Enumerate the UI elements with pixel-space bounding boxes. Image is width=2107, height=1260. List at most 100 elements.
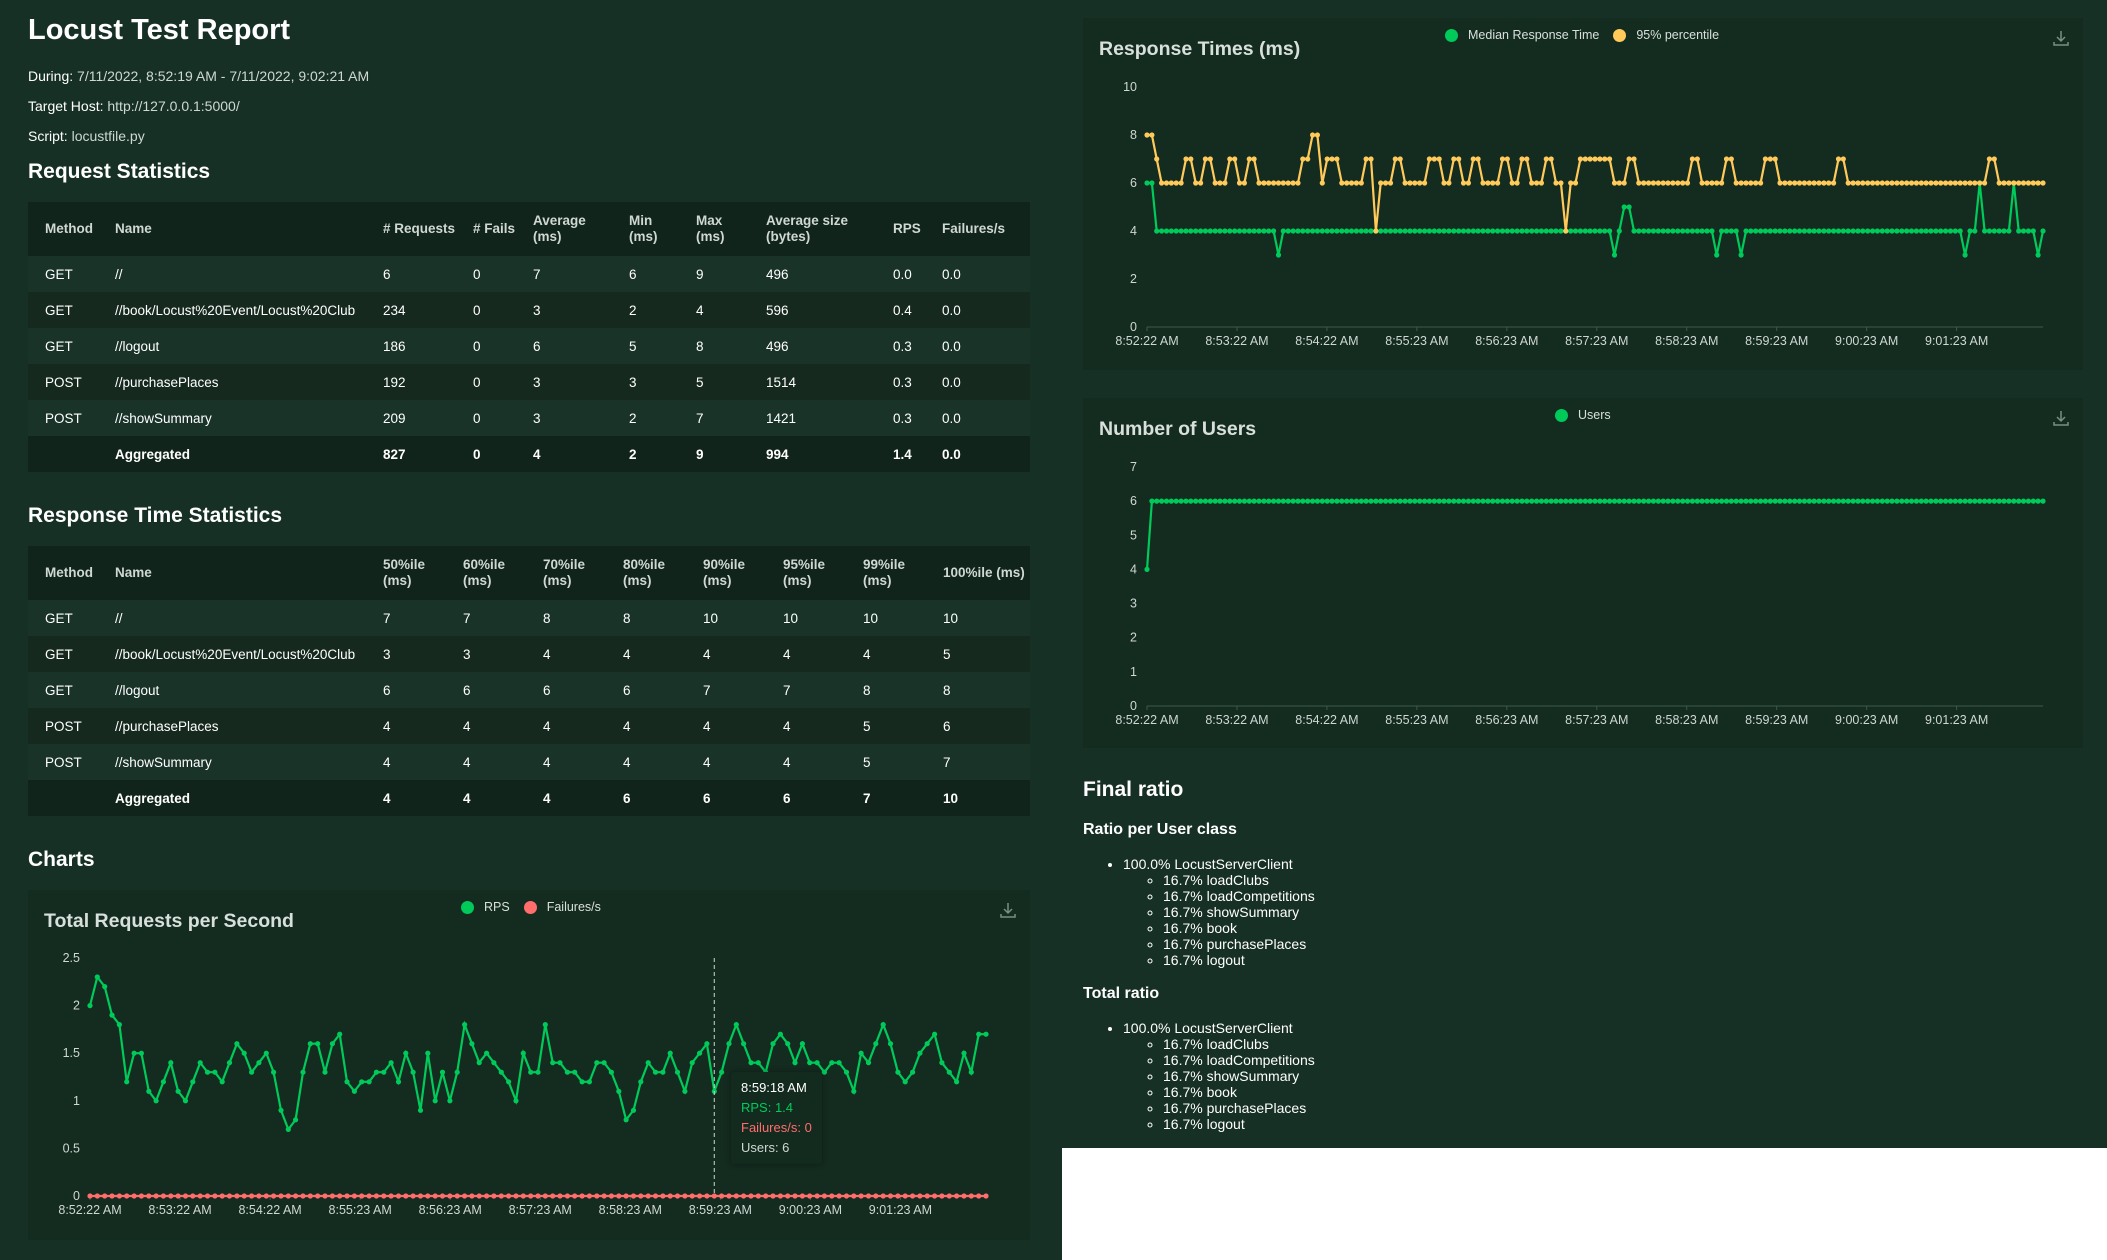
- data-point: [1163, 498, 1170, 504]
- data-point: [1358, 228, 1364, 234]
- data-point: [1758, 180, 1764, 186]
- column-header[interactable]: 50%ile (ms): [366, 546, 446, 600]
- rps-chart-panel: Total Requests per Second RPS Failures/s…: [28, 890, 1030, 1240]
- data-point: [1319, 180, 1325, 186]
- column-header[interactable]: 95%ile (ms): [766, 546, 846, 600]
- table-row: GET//book/Locust%20Event/Locust%20Club 3 3…: [28, 636, 1030, 672]
- users-chart-plot[interactable]: 0 1 2 3 4 5 6 7 8:52:22 AM 8:53:22 AM 8:54:22 AM 8:…: [1083, 398, 2083, 748]
- data-point: [932, 1193, 938, 1199]
- table-cell: 0.3: [876, 328, 925, 364]
- data-point: [1275, 180, 1282, 186]
- table-cell: 0.0: [925, 400, 1030, 436]
- data-point: [1611, 498, 1618, 504]
- column-header[interactable]: 60%ile (ms): [446, 546, 526, 600]
- table-cell: 4: [526, 780, 606, 816]
- x-tick-label: 8:53:22 AM: [148, 1203, 211, 1217]
- data-point: [1295, 498, 1301, 504]
- column-header[interactable]: # Fails: [456, 202, 516, 256]
- data-point: [2006, 180, 2012, 186]
- column-header[interactable]: Method: [28, 202, 98, 256]
- data-point: [1636, 228, 1642, 234]
- table-cell: 4: [366, 744, 446, 780]
- data-point: [454, 1069, 460, 1075]
- data-point: [814, 1193, 820, 1199]
- table-row: GET//logout 6 6 6 6 7 7 8 8: [28, 672, 1030, 708]
- column-header[interactable]: Max (ms): [679, 202, 749, 256]
- data-point: [1806, 228, 1812, 234]
- data-point: [1996, 228, 2002, 234]
- column-header[interactable]: # Requests: [366, 202, 456, 256]
- data-point: [1855, 498, 1861, 504]
- ratio-per-user-class-list: 100.0% LocustServerClient 16.7% loadClub…: [1083, 856, 1315, 968]
- data-point: [1626, 204, 1632, 210]
- data-point: [1154, 228, 1160, 234]
- table-cell: 4: [766, 636, 846, 672]
- data-point: [770, 1041, 776, 1047]
- data-point: [1850, 180, 1856, 186]
- data-point: [1280, 180, 1286, 186]
- data-point: [182, 1098, 189, 1104]
- data-point: [1538, 228, 1544, 234]
- data-point: [1577, 498, 1583, 504]
- data-point: [1865, 498, 1871, 504]
- table-cell: GET: [28, 292, 98, 328]
- charts-title: Charts: [28, 848, 95, 871]
- x-tick-label: 8:56:23 AM: [1475, 334, 1538, 348]
- column-header[interactable]: 100%ile (ms): [926, 546, 1030, 600]
- data-point: [1923, 498, 1929, 504]
- data-point: [1383, 180, 1389, 186]
- data-point: [498, 1069, 504, 1075]
- data-point: [1665, 228, 1671, 234]
- column-header[interactable]: Average (ms): [516, 202, 612, 256]
- data-point: [1509, 228, 1515, 234]
- data-point: [1694, 498, 1700, 504]
- rps-chart-plot[interactable]: 0 0.5 1 1.5 2 2.5 8:52:22 AM 8:53:22 AM 8:54:22 …: [28, 890, 1030, 1240]
- data-point: [1923, 180, 1929, 186]
- x-tick-label: 8:59:23 AM: [689, 1203, 752, 1217]
- x-tick-label: 8:56:23 AM: [1475, 713, 1538, 727]
- data-point: [1222, 228, 1228, 234]
- column-header[interactable]: Method: [28, 546, 98, 600]
- column-header[interactable]: 90%ile (ms): [686, 546, 766, 600]
- column-header[interactable]: 80%ile (ms): [606, 546, 686, 600]
- data-point: [1149, 132, 1155, 138]
- data-point: [484, 1050, 490, 1056]
- data-point: [976, 1031, 982, 1037]
- column-header[interactable]: Name: [98, 202, 366, 256]
- data-point: [1504, 228, 1510, 234]
- table-cell: //showSummary: [98, 400, 366, 436]
- data-point: [608, 1193, 615, 1199]
- response-times-chart-plot[interactable]: 0 2 4 6 8 10 8:52:22 AM 8:53:22 AM 8:54:22 AM 8:5…: [1083, 18, 2083, 370]
- data-point: [1748, 228, 1754, 234]
- data-point: [307, 1041, 313, 1047]
- data-point: [1694, 228, 1700, 234]
- column-header[interactable]: 70%ile (ms): [526, 546, 606, 600]
- data-point: [1465, 180, 1471, 186]
- data-point: [1295, 228, 1301, 234]
- data-point: [1548, 156, 1554, 162]
- column-header[interactable]: Name: [98, 546, 366, 600]
- ratio-item: 16.7% purchasePlaces: [1163, 936, 1315, 952]
- column-header[interactable]: Failures/s: [925, 202, 1030, 256]
- table-cell: [28, 436, 98, 472]
- data-point: [1266, 180, 1272, 186]
- data-point: [1787, 498, 1793, 504]
- data-point: [1889, 180, 1895, 186]
- column-header[interactable]: RPS: [876, 202, 925, 256]
- ratio-item: 16.7% logout: [1163, 952, 1315, 968]
- data-point: [836, 1193, 842, 1199]
- table-cell: 3: [516, 364, 612, 400]
- table-cell: 7: [926, 744, 1030, 780]
- data-point: [1572, 498, 1579, 504]
- column-header[interactable]: Average size (bytes): [749, 202, 876, 256]
- data-point: [594, 1193, 600, 1199]
- data-point: [329, 1193, 335, 1199]
- data-point: [2040, 498, 2046, 504]
- data-point: [1212, 498, 1218, 504]
- column-header[interactable]: 99%ile (ms): [846, 546, 926, 600]
- data-point: [1348, 228, 1355, 234]
- data-point: [1246, 156, 1252, 162]
- data-point: [212, 1193, 218, 1199]
- table-cell: //logout: [98, 672, 366, 708]
- column-header[interactable]: Min (ms): [612, 202, 679, 256]
